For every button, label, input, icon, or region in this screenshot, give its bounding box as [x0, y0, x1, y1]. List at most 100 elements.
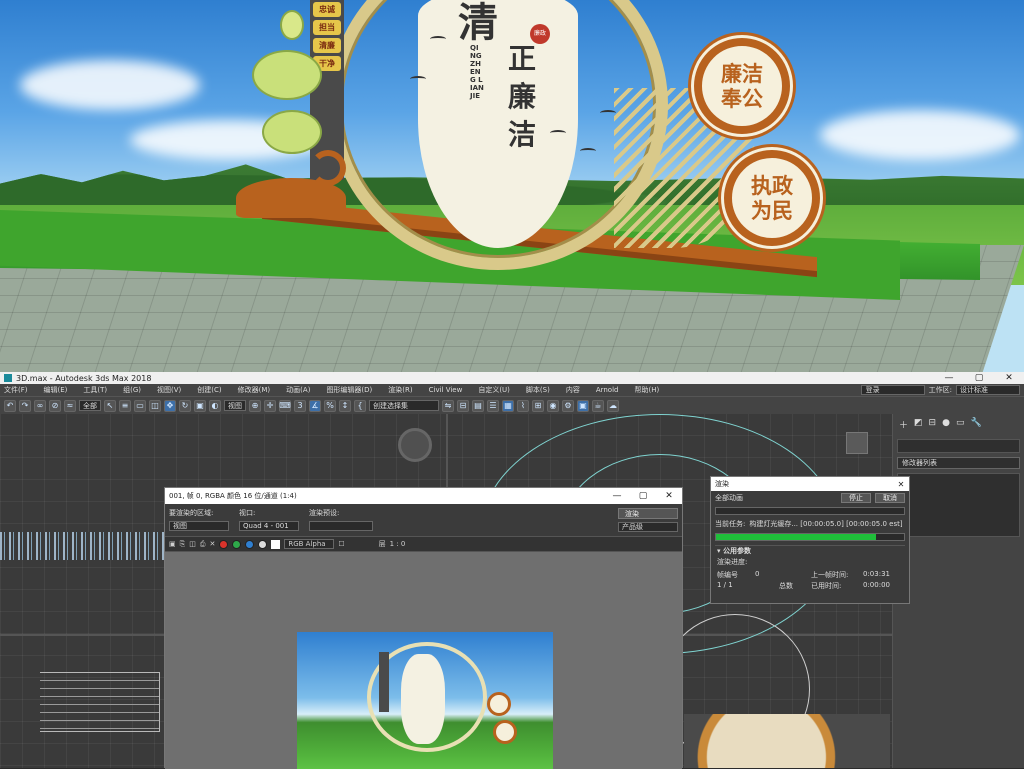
green-channel-toggle[interactable] — [232, 539, 242, 549]
motion-tab-icon[interactable]: ● — [942, 418, 950, 431]
select-rotate-icon[interactable]: ↻ — [179, 399, 191, 412]
menu-views[interactable]: 视图(V) — [157, 385, 181, 395]
menu-graph-editors[interactable]: 图形编辑器(D) — [326, 385, 372, 395]
frame-window-title: 001, 帧 0, RGBA 颜色 16 位/通道 (1:4) — [169, 492, 297, 500]
alpha-channel-toggle[interactable] — [258, 539, 268, 549]
align-icon[interactable]: ⊟ — [457, 399, 469, 412]
select-move-icon[interactable]: ✥ — [164, 399, 176, 412]
viewport-dropdown[interactable]: Quad 4 - 001 — [239, 521, 299, 531]
hierarchy-tab-icon[interactable]: ⊟ — [929, 418, 937, 431]
cancel-button[interactable]: 取消 — [875, 493, 905, 503]
angle-snap-icon[interactable]: ∡ — [309, 399, 321, 412]
menu-content[interactable]: 内容 — [566, 385, 580, 395]
display-tab-icon[interactable]: ▭ — [956, 418, 965, 431]
preset-dropdown[interactable] — [309, 521, 373, 531]
stop-button[interactable]: 停止 — [841, 493, 871, 503]
render-button[interactable]: 渲染 — [618, 508, 678, 519]
redo-icon[interactable]: ↷ — [19, 399, 31, 412]
menu-edit[interactable]: 编辑(E) — [44, 385, 68, 395]
login-dropdown[interactable]: 登录 — [860, 385, 925, 395]
channel-dropdown[interactable]: RGB Alpha — [284, 539, 335, 549]
select-manipulate-icon[interactable]: ✛ — [264, 399, 276, 412]
modifier-stack[interactable] — [897, 473, 1020, 537]
rendered-frame-window-icon[interactable]: ▣ — [577, 399, 589, 412]
save-image-icon[interactable]: ▣ — [169, 540, 176, 548]
command-panel: ＋ ◩ ⊟ ● ▭ 🔧 修改器列表 — [892, 414, 1024, 768]
menu-rendering[interactable]: 渲染(R) — [388, 385, 412, 395]
object-name-field[interactable] — [897, 439, 1020, 453]
rect-selection-icon[interactable]: ▭ — [134, 399, 146, 412]
schematic-view-icon[interactable]: ⊞ — [532, 399, 544, 412]
keyboard-shortcut-icon[interactable]: ⌨ — [279, 399, 291, 412]
percent-snap-icon[interactable]: % — [324, 399, 336, 412]
product-dropdown[interactable]: 产品级 — [618, 522, 678, 532]
modify-tab-icon[interactable]: ◩ — [914, 418, 923, 431]
bind-spacewarp-icon[interactable]: ≈ — [64, 399, 76, 412]
frame-close-button[interactable]: ✕ — [656, 491, 682, 501]
spinner-snap-icon[interactable]: ↕ — [339, 399, 351, 412]
layer-label: 层 — [378, 540, 386, 548]
view-cube-right[interactable] — [846, 432, 868, 454]
workspace-dropdown[interactable]: 设计标准 — [956, 385, 1020, 395]
frame-window-canvas[interactable] — [165, 552, 682, 769]
close-button[interactable]: ✕ — [994, 373, 1024, 383]
curve-editor-icon[interactable]: ⌇ — [517, 399, 529, 412]
minimize-button[interactable]: — — [934, 373, 964, 383]
copy-image-icon[interactable]: ⎘ — [180, 540, 186, 549]
menu-group[interactable]: 组(G) — [123, 385, 141, 395]
edit-named-sets-icon[interactable]: { — [354, 399, 366, 412]
area-label: 要渲染的区域: — [169, 509, 214, 517]
blue-channel-toggle[interactable] — [245, 539, 255, 549]
window-crossing-icon[interactable]: ◫ — [149, 399, 161, 412]
frame-window-toolbar: ▣ ⎘ ◫ ⎙ ✕ RGB Alpha ☐ 层 1 : 0 — [165, 536, 682, 552]
menu-arnold[interactable]: Arnold — [596, 386, 619, 394]
render-iterative-icon[interactable]: ☁ — [607, 399, 619, 412]
frame-minimize-button[interactable]: — — [604, 491, 630, 501]
frame-maximize-button[interactable]: ▢ — [630, 491, 656, 501]
named-selection-dropdown[interactable]: 创建选择集 — [369, 400, 439, 411]
menu-create[interactable]: 创建(C) — [197, 385, 221, 395]
menu-modifiers[interactable]: 修改器(M) — [238, 385, 271, 395]
scene-explorer-icon[interactable]: ☰ — [487, 399, 499, 412]
clear-icon[interactable]: ✕ — [209, 540, 215, 548]
common-params-section[interactable]: ▾ 公用参数 — [715, 545, 905, 556]
select-scale-icon[interactable]: ▣ — [194, 399, 206, 412]
reference-coord-dropdown[interactable]: 视图 — [224, 400, 246, 411]
unlink-icon[interactable]: ⊘ — [49, 399, 61, 412]
menu-customize[interactable]: 自定义(U) — [478, 385, 510, 395]
clone-window-icon[interactable]: ◫ — [189, 540, 196, 548]
maximize-button[interactable]: ▢ — [964, 373, 994, 383]
link-icon[interactable]: ∞ — [34, 399, 46, 412]
red-channel-toggle[interactable] — [219, 539, 229, 549]
menu-help[interactable]: 帮助(H) — [634, 385, 659, 395]
undo-icon[interactable]: ↶ — [4, 399, 16, 412]
menu-animation[interactable]: 动画(A) — [286, 385, 310, 395]
view-cube[interactable] — [398, 428, 432, 462]
create-tab-icon[interactable]: ＋ — [899, 418, 908, 431]
modifier-list-dropdown[interactable]: 修改器列表 — [897, 457, 1020, 469]
select-by-name-icon[interactable]: ≡ — [119, 399, 131, 412]
selection-filter-dropdown[interactable]: 全部 — [79, 400, 101, 411]
render-dialog-close-icon[interactable]: ✕ — [893, 480, 909, 489]
mono-toggle-icon[interactable] — [271, 539, 281, 549]
pivot-icon[interactable]: ⊕ — [249, 399, 261, 412]
menu-tools[interactable]: 工具(T) — [83, 385, 107, 395]
ribbon-icon[interactable]: ▦ — [502, 399, 514, 412]
print-icon[interactable]: ⎙ — [200, 540, 206, 549]
area-dropdown[interactable]: 视图 — [169, 521, 229, 531]
select-object-icon[interactable]: ↖ — [104, 399, 116, 412]
menu-file[interactable]: 文件(F) — [4, 385, 28, 395]
menu-civil-view[interactable]: Civil View — [429, 386, 463, 394]
utilities-tab-icon[interactable]: 🔧 — [970, 418, 981, 431]
render-setup-icon[interactable]: ⚙ — [562, 399, 574, 412]
pole-tag: 清廉 — [313, 38, 341, 53]
render-production-icon[interactable]: ☕ — [592, 399, 604, 412]
mirror-icon[interactable]: ⇋ — [442, 399, 454, 412]
last-frame-label: 上一帧时间: — [811, 571, 849, 579]
placement-icon[interactable]: ◐ — [209, 399, 221, 412]
menu-scripting[interactable]: 脚本(S) — [526, 385, 550, 395]
material-editor-icon[interactable]: ◉ — [547, 399, 559, 412]
snap-toggle-icon[interactable]: 3 — [294, 399, 306, 412]
toggle-ui-icon[interactable]: ☐ — [338, 540, 344, 548]
layer-explorer-icon[interactable]: ▤ — [472, 399, 484, 412]
